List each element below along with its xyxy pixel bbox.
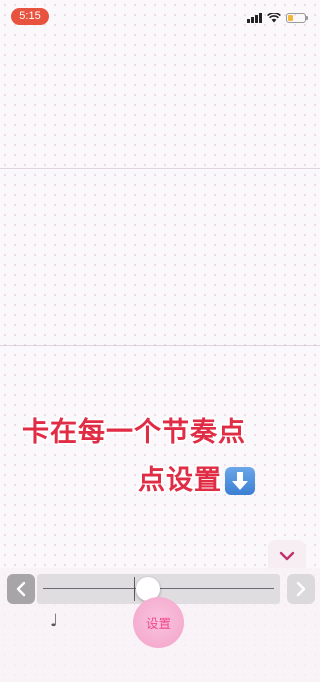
beat-marker — [134, 577, 135, 601]
battery-level — [288, 15, 293, 21]
status-icons — [247, 12, 308, 24]
cellular-signal-icon — [247, 13, 262, 23]
divider — [0, 168, 320, 169]
down-arrow-icon — [225, 467, 255, 495]
chevron-left-icon — [16, 581, 26, 597]
caption-line-1: 卡在每一个节奏点 — [22, 417, 246, 448]
previous-button[interactable] — [7, 574, 35, 604]
caption-line-2-text: 点设置 — [138, 465, 222, 496]
chevron-right-icon — [296, 581, 306, 597]
next-button[interactable] — [287, 574, 315, 604]
status-time: 5:15 — [11, 8, 49, 25]
caption-line-2: 点设置 — [138, 464, 255, 498]
music-note-icon: ♩ — [50, 611, 59, 631]
chevron-down-icon — [279, 551, 295, 561]
battery-icon — [286, 13, 308, 23]
divider — [0, 345, 320, 346]
set-beat-button-label: 设置 — [145, 616, 171, 631]
set-beat-button[interactable]: 设置 — [133, 597, 184, 648]
status-bar: 5:15 — [0, 0, 320, 36]
wifi-icon — [267, 13, 281, 23]
